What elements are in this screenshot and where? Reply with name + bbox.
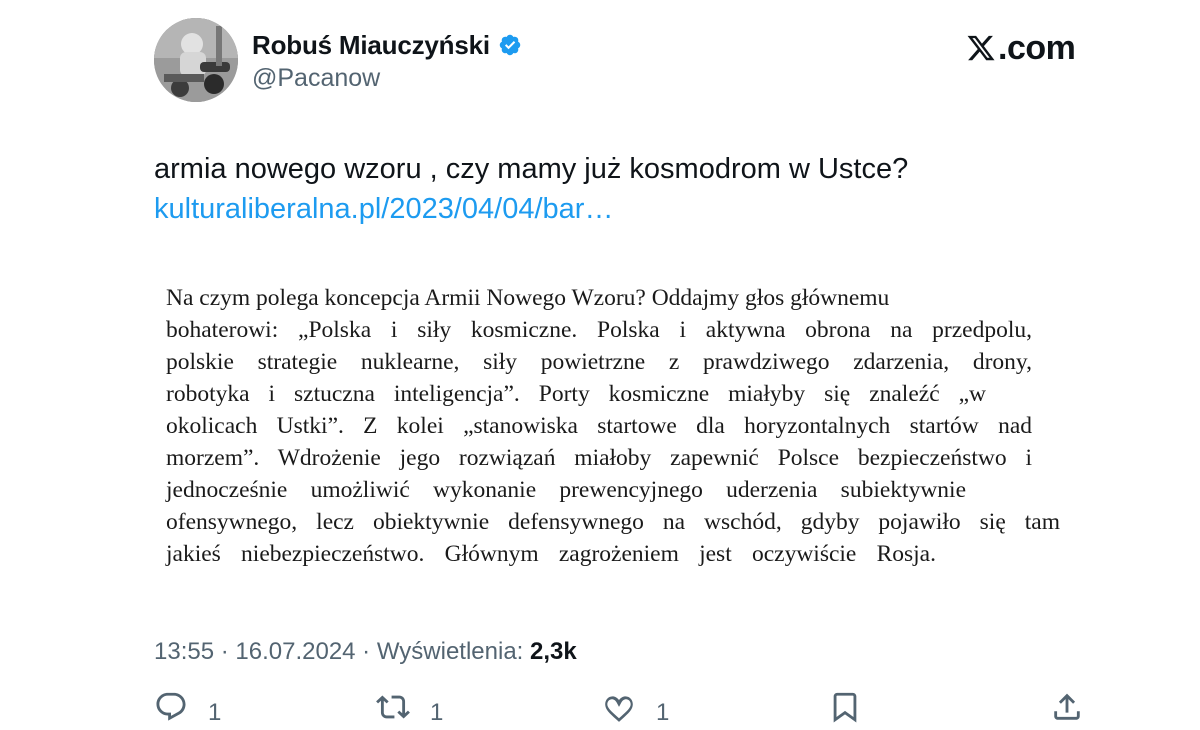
like-button[interactable]: 1 [602,690,669,726]
verified-badge-icon [498,33,522,57]
brand-text: .com [998,29,1076,67]
author-name[interactable]: Robuś Miauczyński [252,28,490,62]
tweet-meta: 13:55 · 16.07.2024 · Wyświetlenia: 2,3k [154,636,577,668]
x-logo-icon [966,33,996,63]
meta-separator: · [355,638,377,665]
image-text-line: okolicach Ustki”. Z kolei „stanowiska st… [166,413,1032,439]
image-text-line: morzem”. Wdrożenie jego rozwiązań miałob… [166,445,1032,471]
action-bar: 1 1 1 [0,690,1200,730]
image-text-line: polskie strategie nuklearne, siły powiet… [166,349,1032,375]
image-text-line: jakieś niebezpieczeństwo. Głównym zagroż… [166,541,936,567]
views-count: 2,3k [530,638,577,665]
avatar-photo-icon [154,18,238,102]
reply-button[interactable]: 1 [154,690,221,726]
image-text-line: jednocześnie umożliwić wykonanie prewenc… [166,477,966,503]
like-count: 1 [656,699,670,726]
attached-image[interactable]: Na czym polega koncepcja Armii Nowego Wz… [154,268,1074,588]
reply-icon [154,690,188,724]
retweet-icon [376,690,410,724]
image-text-line: Na czym polega koncepcja Armii Nowego Wz… [166,285,890,311]
bookmark-icon [828,690,862,724]
image-text-line: robotyka i sztuczna inteligencja”. Porty… [166,381,986,407]
share-button[interactable] [1050,690,1084,724]
views-label: Wyświetlenia: [376,638,531,665]
avatar[interactable] [154,18,238,102]
tweet-text: armia nowego wzoru , czy mamy już kosmod… [154,153,909,185]
retweet-button[interactable]: 1 [376,690,443,726]
share-icon [1050,690,1084,724]
author-name-row[interactable]: Robuś Miauczyński [252,28,522,62]
image-text-line: bohaterowi: „Polska i siły kosmiczne. Po… [166,317,1032,343]
author-handle[interactable]: @Pacanow [252,62,380,94]
tweet-time[interactable]: 13:55 [154,638,214,665]
meta-separator: · [214,638,236,665]
image-text-line: ofensywnego, lecz obiektywnie defensywne… [166,509,1060,535]
heart-icon [602,690,636,724]
retweet-count: 1 [430,699,444,726]
reply-count: 1 [208,699,222,726]
brand: .com [966,28,1076,68]
tweet-link[interactable]: kulturaliberalna.pl/2023/04/04/bar… [154,190,613,229]
tweet-card: Robuś Miauczyński @Pacanow .com armia no… [0,0,1200,726]
tweet-date[interactable]: 16.07.2024 [235,638,355,665]
bookmark-button[interactable] [828,690,862,724]
